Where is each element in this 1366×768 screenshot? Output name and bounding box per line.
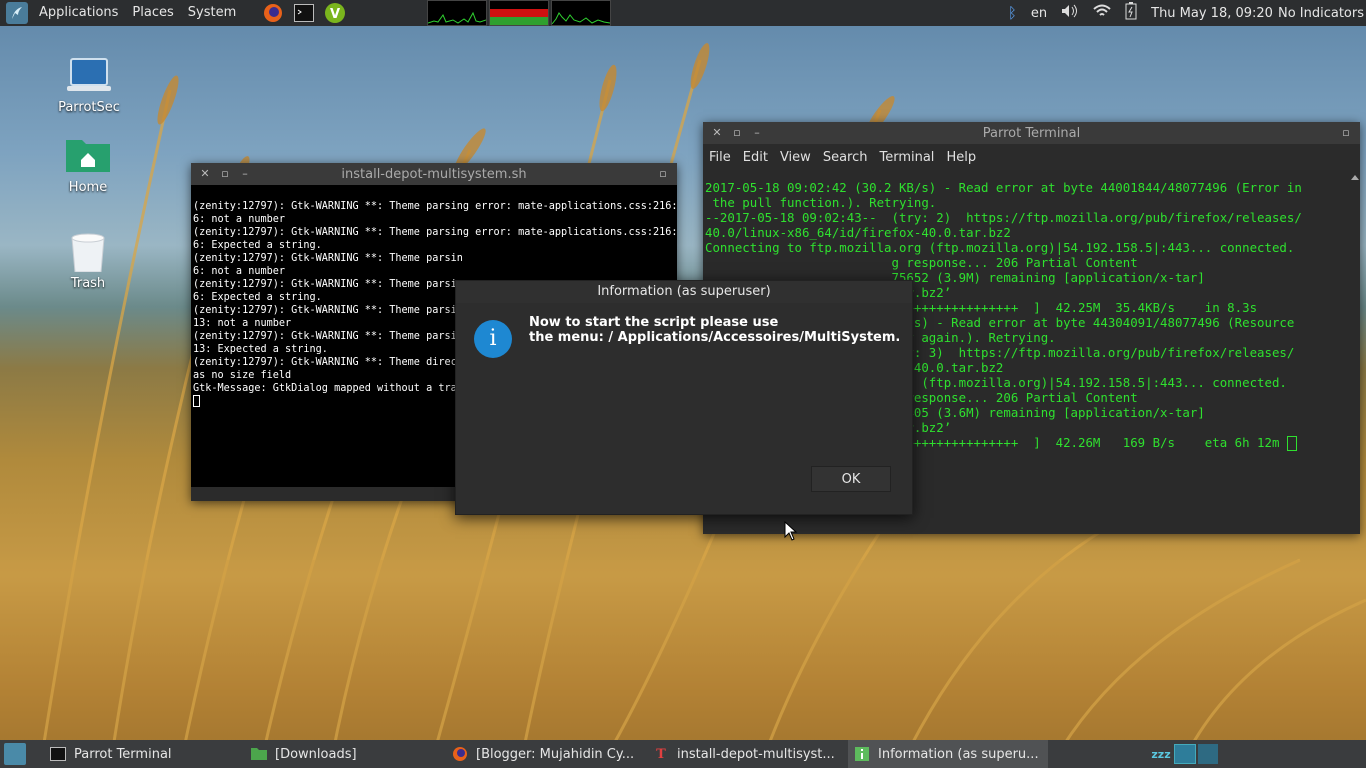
desktop-icon-home[interactable]: Home [48,136,128,195]
minimize-icon[interactable]: – [239,168,251,180]
clock[interactable]: Thu May 18, 09:20 [1151,6,1273,21]
terminal-line: 2017-05-18 09:02:42 (30.2 KB/s) - Read e… [705,180,1302,195]
show-desktop-icon [4,743,26,765]
terminal-menubar: File Edit View Search Terminal Help [703,144,1360,170]
info-icon [854,746,870,762]
workspace-2[interactable] [1198,744,1218,764]
volume-icon[interactable] [1061,4,1079,22]
wifi-icon[interactable] [1093,4,1111,22]
terminal-line: --2017-05-18 09:02:43-- (try: 2) https:/… [705,210,1302,225]
menu-places[interactable]: Places [125,0,180,26]
desktop-icon-trash[interactable]: Trash [48,232,128,291]
laptop-icon [67,56,111,96]
menu-view[interactable]: View [774,150,817,165]
window-title: install-depot-multisystem.sh [341,166,527,182]
desktop-icon-label: Trash [70,276,106,291]
desktop-icon-label: ParrotSec [58,100,120,115]
menu-edit[interactable]: Edit [737,150,774,165]
output-line: 6: not a number [193,214,286,225]
sleep-icon[interactable]: zzz [1148,740,1174,768]
firefox-icon [452,746,468,762]
memory-monitor-graph [489,0,549,26]
maximize-icon[interactable]: ▫ [219,168,231,180]
trash-icon [66,232,110,273]
task-parrot-terminal[interactable]: Parrot Terminal [44,740,245,768]
output-line: (zenity:12797): Gtk-WARNING **: Theme pa… [193,201,677,212]
terminal-scrollbar[interactable] [1350,170,1360,532]
battery-icon[interactable] [1125,2,1137,24]
terminal-line: the pull function.). Retrying. [705,195,937,210]
svg-text:V: V [330,7,340,22]
bottom-panel: Parrot Terminal [Downloads] [Blogger: Mu… [0,740,1366,768]
terminal-line: 40.0/linux-x86_64/id/firefox-40.0.tar.bz… [705,225,1011,240]
info-icon: i [474,320,512,358]
close-icon[interactable]: ✕ [711,127,723,139]
dialog-title[interactable]: Information (as superuser) [456,281,912,303]
window-title: Parrot Terminal [982,125,1081,141]
terminal-cursor [1286,436,1297,451]
cpu-monitor-graph [427,0,487,26]
task-label: Parrot Terminal [74,746,172,762]
terminal-titlebar[interactable]: ✕ ▫ – Parrot Terminal ▫ [703,122,1360,144]
menu-search[interactable]: Search [817,150,874,165]
terminal-line: Connecting to ftp.mozilla.org (ftp.mozil… [705,240,1295,255]
workspace-switcher[interactable] [1174,744,1218,764]
output-line: (zenity:12797): Gtk-WARNING **: Theme pa… [193,253,463,264]
task-information[interactable]: Information (as superu... [848,740,1048,768]
task-label: install-depot-multisyst... [677,746,835,762]
install-titlebar[interactable]: ✕ ▫ – install-depot-multisystem.sh ▫ [191,163,677,185]
folder-icon [251,746,267,762]
output-line: 6: not a number [193,266,286,277]
minimize-icon[interactable]: – [751,127,763,139]
menu-terminal[interactable]: Terminal [873,150,940,165]
restore-icon[interactable]: ▫ [1340,127,1352,139]
terminal-launcher-icon[interactable] [293,2,315,24]
information-dialog: Information (as superuser) i Now to star… [455,280,913,515]
close-icon[interactable]: ✕ [199,168,211,180]
menu-applications[interactable]: Applications [32,0,125,26]
terminal-cursor [193,395,200,407]
task-install-depot[interactable]: T install-depot-multisyst... [647,740,848,768]
menu-file[interactable]: File [703,150,737,165]
indicators-label: No Indicators [1277,5,1364,21]
network-monitor-graph [551,0,611,26]
task-label: [Blogger: Mujahidin Cy... [476,746,635,762]
home-folder-icon [66,136,110,176]
menu-system[interactable]: System [181,0,243,26]
task-label: Information (as superu... [878,746,1039,762]
dialog-message: Now to start the script please use the m… [529,315,900,345]
parrot-logo-icon[interactable] [6,2,28,24]
vim-launcher-icon[interactable]: V [324,2,346,24]
dialog-message-line: Now to start the script please use [529,315,779,330]
desktop-icon-parrotsec[interactable]: ParrotSec [49,56,129,115]
terminal-icon [50,746,66,762]
text-editor-icon: T [656,746,666,762]
system-tray: ᛒ en Thu May 18, 09:20 No Indicators [994,0,1366,26]
show-desktop-button[interactable] [0,740,44,768]
task-downloads[interactable]: [Downloads] [245,740,446,768]
task-label: [Downloads] [275,746,357,762]
terminal-line: g response... 206 Partial Content [705,255,1138,270]
restore-icon[interactable]: ▫ [657,168,669,180]
keyboard-layout[interactable]: en [1031,6,1047,21]
dialog-message-line: the menu: / Applications/Accessoires/Mul… [529,330,901,345]
output-line: 6: Expected a string. [193,240,322,251]
task-firefox[interactable]: [Blogger: Mujahidin Cy... [446,740,647,768]
workspace-1[interactable] [1174,744,1196,764]
bluetooth-icon[interactable]: ᛒ [1008,4,1017,22]
output-line: (zenity:12797): Gtk-WARNING **: Theme pa… [193,227,677,238]
menu-help[interactable]: Help [940,150,982,165]
desktop-icon-label: Home [68,180,108,195]
firefox-launcher-icon[interactable] [262,2,284,24]
ok-button[interactable]: OK [811,466,891,492]
maximize-icon[interactable]: ▫ [731,127,743,139]
top-panel: Applications Places System V ᛒ en Thu Ma… [0,0,1366,26]
